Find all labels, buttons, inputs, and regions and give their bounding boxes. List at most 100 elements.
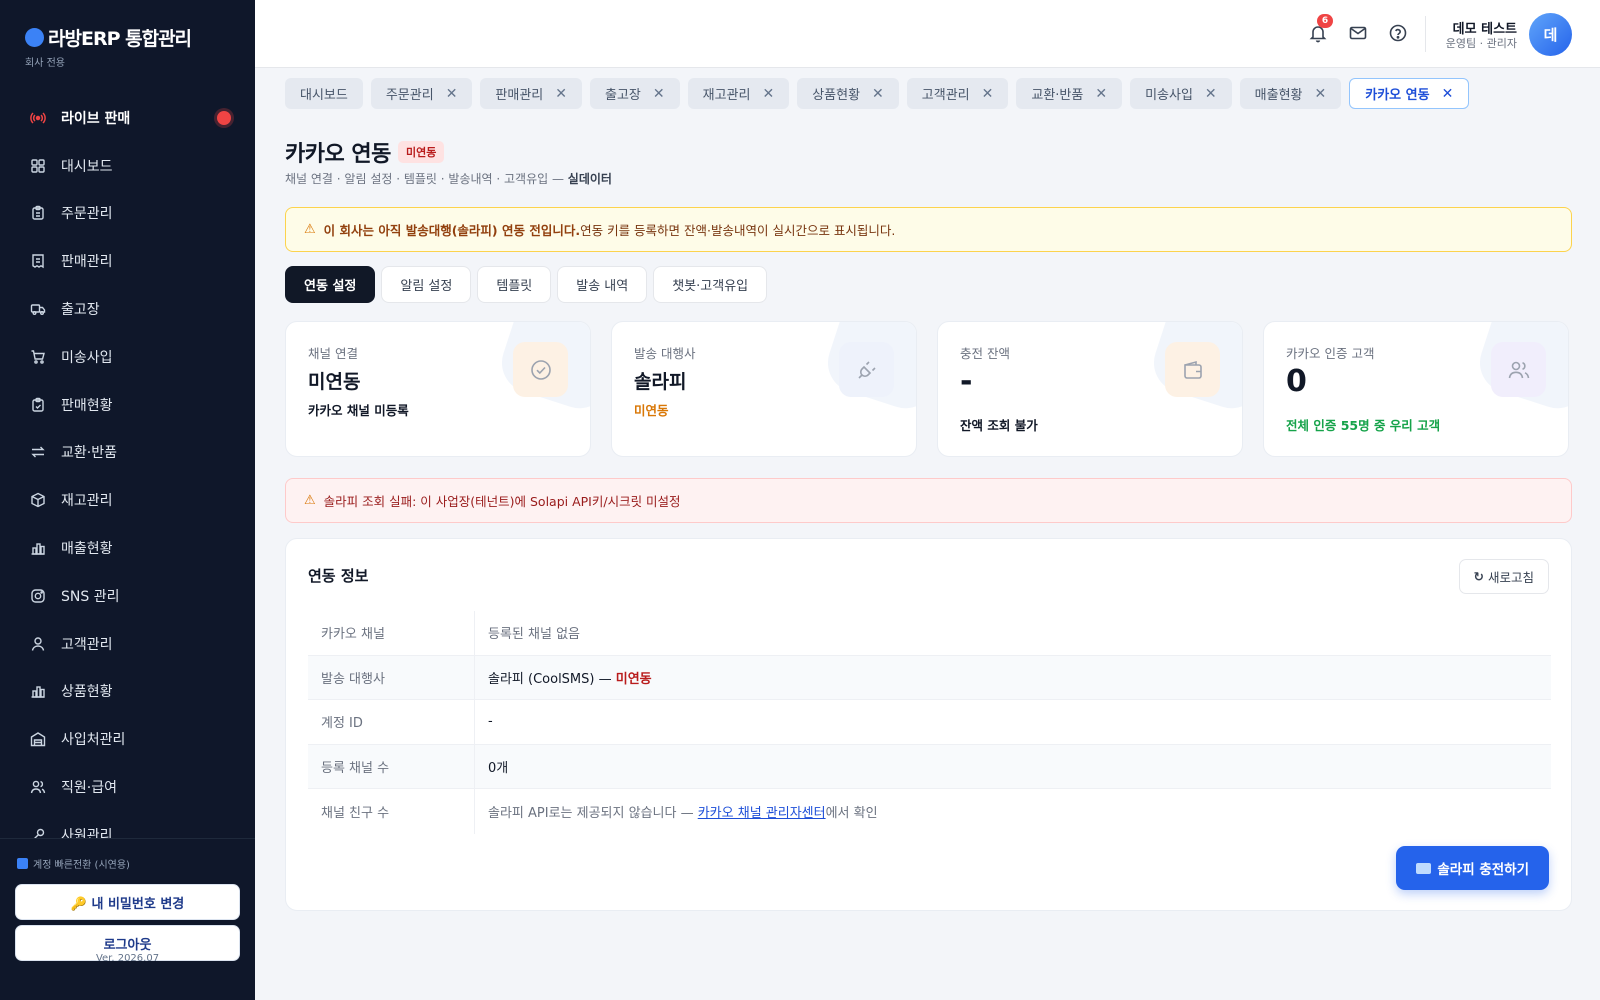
sidebar-item-products[interactable]: 상품현황 <box>0 668 255 716</box>
tab-revenue[interactable]: 매출현황 ✕ <box>1239 78 1342 109</box>
warning-text: 연동 키를 등록하면 잔액·발송내역이 실시간으로 표시됩니다. <box>580 223 896 238</box>
row-value-text: 솔라피 (CoolSMS) — <box>488 671 616 687</box>
send-agency-card: 발송 대행사 솔라피 미연동 <box>611 321 917 457</box>
tab-purchase[interactable]: 미송사입 ✕ <box>1130 78 1232 109</box>
sidebar-item-customers[interactable]: 고객관리 <box>0 620 255 668</box>
card-icon-box <box>1165 342 1220 397</box>
card-label: 충전 잔액 <box>960 346 1010 361</box>
verified-customers-card: 카카오 인증 고객 0 전체 인증 55명 중 우리 고객 <box>1263 321 1569 457</box>
tab-shipping[interactable]: 출고장 ✕ <box>590 78 680 109</box>
close-icon[interactable]: ✕ <box>446 86 458 102</box>
tab-products[interactable]: 상품현황 ✕ <box>797 78 899 109</box>
sidebar-item-sales-status[interactable]: 판매현황 <box>0 381 255 429</box>
tab-send-history[interactable]: 발송 내역 <box>557 266 648 303</box>
sidebar-item-employees[interactable]: 사원관리 <box>0 811 255 839</box>
error-banner: ⚠ 솔라피 조회 실패: 이 사업장(테넌트)에 Solapi API키/시크릿… <box>285 478 1572 523</box>
tab-chatbot-inflow[interactable]: 챗봇·고객유입 <box>653 266 768 303</box>
sidebar-nav: 라이브 판매 대시보드 주문관리 판매관리 출고장 미송사입 판매현황 교환·반… <box>0 94 255 839</box>
sidebar-item-sales[interactable]: 판매관리 <box>0 237 255 285</box>
table-row: 발송 대행사 솔라피 (CoolSMS) — 미연동 <box>308 655 1551 700</box>
sidebar-item-label: 사입처관리 <box>61 732 126 749</box>
account-switch-label[interactable]: 계정 빠른전환 (시연용) <box>17 856 130 871</box>
tab-templates[interactable]: 템플릿 <box>477 266 552 303</box>
card-icon-box <box>513 342 568 397</box>
receipt-icon <box>32 254 44 269</box>
sidebar-item-label: 라이브 판매 <box>61 110 131 127</box>
sidebar-item-shipping[interactable]: 출고장 <box>0 285 255 333</box>
table-row: 채널 친구 수 솔라피 API로는 제공되지 않습니다 — 카카오 채널 관리자… <box>308 789 1551 834</box>
users-icon <box>1508 361 1529 378</box>
clipboard-check-icon <box>32 397 44 412</box>
solapi-charge-button[interactable]: 솔라피 충전하기 <box>1396 846 1549 890</box>
warning-title: 이 회사는 아직 발송대행(솔라피) 연동 전입니다. <box>323 223 581 238</box>
row-value: 등록된 채널 없음 <box>488 627 580 643</box>
row-value: 솔라피 API로는 제공되지 않습니다 — 카카오 채널 관리자센터에서 확인 <box>475 802 878 821</box>
clipboard-icon <box>32 206 44 221</box>
sidebar-item-dashboard[interactable]: 대시보드 <box>0 142 255 190</box>
sidebar-item-label: 대시보드 <box>61 158 113 175</box>
close-icon[interactable]: ✕ <box>653 86 665 102</box>
card-value: 솔라피 <box>634 371 687 393</box>
balance-card: 충전 잔액 - 잔액 조회 불가 <box>937 321 1243 457</box>
sidebar-item-label: SNS 관리 <box>61 588 120 605</box>
tab-orders[interactable]: 주문관리 ✕ <box>370 78 473 109</box>
close-icon[interactable]: ✕ <box>872 86 884 102</box>
wallet-icon <box>1183 360 1202 379</box>
close-icon[interactable]: ✕ <box>1095 86 1107 102</box>
sidebar-item-label: 미송사입 <box>61 349 113 366</box>
kakao-channel-admin-link[interactable]: 카카오 채널 관리자센터 <box>698 806 826 821</box>
sidebar-item-label: 주문관리 <box>61 206 113 223</box>
sidebar-item-live-sale[interactable]: 라이브 판매 <box>0 94 255 142</box>
tab-exchange[interactable]: 교환·반품 ✕ <box>1016 78 1123 109</box>
card-value: 0 <box>1286 364 1307 399</box>
cart-icon <box>31 350 45 364</box>
sidebar-footer: 계정 빠른전환 (시연용) 🔑 내 비밀번호 변경 로그아웃 Ver. 2026… <box>0 838 255 1000</box>
close-icon[interactable]: ✕ <box>1315 86 1327 102</box>
sidebar-item-label: 직원·급여 <box>61 780 117 797</box>
row-value-text: 솔라피 API로는 제공되지 않습니다 — <box>488 805 698 821</box>
sidebar-item-sns[interactable]: SNS 관리 <box>0 572 255 620</box>
card-value: - <box>960 364 973 399</box>
user-icon <box>31 636 45 651</box>
sidebar-item-label: 사원관리 <box>61 827 113 839</box>
tab-notification-settings[interactable]: 알림 설정 <box>381 266 472 303</box>
sidebar-item-revenue[interactable]: 매출현황 <box>0 524 255 572</box>
dashboard-icon <box>31 158 45 173</box>
tab-label: 판매관리 <box>495 88 544 103</box>
warning-banner: ⚠ 이 회사는 아직 발송대행(솔라피) 연동 전입니다. 연동 키를 등록하면… <box>285 207 1572 252</box>
topbar-divider <box>1425 16 1426 52</box>
brand[interactable]: 라방ERP 통합관리 <box>25 24 192 51</box>
row-key: 등록 채널 수 <box>308 744 475 788</box>
tab-inventory[interactable]: 재고관리 ✕ <box>687 78 790 109</box>
change-password-button[interactable]: 🔑 내 비밀번호 변경 <box>15 884 240 920</box>
plug-icon <box>857 360 876 379</box>
sidebar-item-exchange[interactable]: 교환·반품 <box>0 429 255 477</box>
close-icon[interactable]: ✕ <box>762 86 774 102</box>
page-title: 카카오 연동 <box>285 142 391 167</box>
tab-label: 주문관리 <box>385 88 434 103</box>
sidebar-item-inventory[interactable]: 재고관리 <box>0 476 255 524</box>
tab-kakao[interactable]: 카카오 연동 ✕ <box>1349 78 1470 109</box>
tab-customers[interactable]: 고객관리 ✕ <box>906 78 1009 109</box>
refresh-button[interactable]: ↻ 새로고침 <box>1458 559 1549 594</box>
tab-sales[interactable]: 판매관리 ✕ <box>480 78 582 109</box>
tab-dashboard[interactable]: 대시보드 <box>285 78 363 109</box>
avatar[interactable]: 데 <box>1529 13 1572 56</box>
close-icon[interactable]: ✕ <box>982 86 994 102</box>
tab-integration-settings[interactable]: 연동 설정 <box>285 266 376 303</box>
sidebar-item-suppliers[interactable]: 사입처관리 <box>0 715 255 763</box>
help-icon[interactable] <box>1388 23 1408 43</box>
mail-icon[interactable] <box>1348 23 1368 43</box>
sidebar-item-staff-payroll[interactable]: 직원·급여 <box>0 763 255 811</box>
close-icon[interactable]: ✕ <box>555 86 567 102</box>
sidebar-item-orders[interactable]: 주문관리 <box>0 190 255 238</box>
warehouse-icon <box>30 732 46 747</box>
card-label: 카카오 인증 고객 <box>1286 346 1375 361</box>
check-circle-icon <box>530 359 551 380</box>
close-icon[interactable]: ✕ <box>1205 86 1217 102</box>
sidebar-item-purchase[interactable]: 미송사입 <box>0 333 255 381</box>
close-icon[interactable]: ✕ <box>1442 86 1454 102</box>
table-row: 계정 ID - <box>308 700 1551 745</box>
sidebar-item-label: 재고관리 <box>61 493 113 510</box>
sidebar-item-label: 판매현황 <box>61 397 113 414</box>
